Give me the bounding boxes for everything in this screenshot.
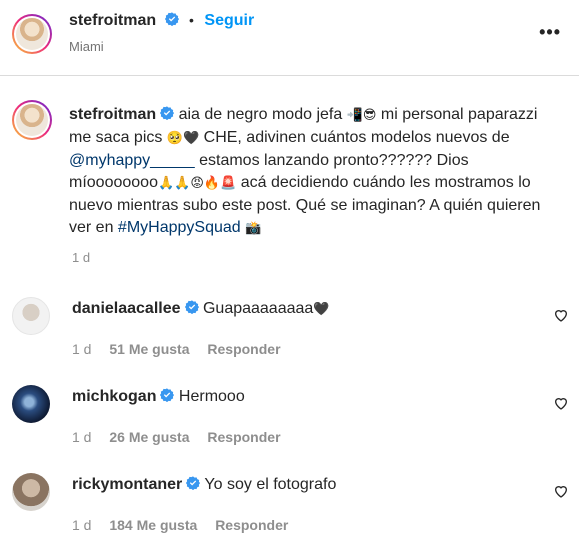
author-avatar[interactable] bbox=[12, 14, 52, 54]
comment-meta: 1 d 51 Me gusta Responder bbox=[72, 341, 295, 357]
caption-hashtag-link[interactable]: #MyHappySquad bbox=[118, 219, 241, 236]
caption-emoji-4: 📸 bbox=[245, 221, 262, 236]
caption-text-1: aia de negro modo jefa bbox=[174, 106, 347, 123]
comment-body: michkogan Hermooo bbox=[72, 388, 245, 406]
verified-badge-icon bbox=[160, 388, 175, 402]
caption-emoji-1: 📲😎 bbox=[346, 108, 377, 123]
comment-timestamp[interactable]: 1 d bbox=[72, 517, 91, 533]
commenter-username[interactable]: danielaacallee bbox=[72, 300, 181, 317]
post-header: stefroitman • Seguir Miami ••• bbox=[0, 0, 579, 76]
reply-button[interactable]: Responder bbox=[207, 341, 280, 357]
commenter-username[interactable]: michkogan bbox=[72, 388, 156, 405]
comment-timestamp[interactable]: 1 d bbox=[72, 341, 91, 357]
like-heart-icon[interactable] bbox=[553, 307, 569, 323]
caption-timestamp[interactable]: 1 d bbox=[72, 250, 90, 265]
verified-badge-icon bbox=[160, 106, 175, 120]
caption-avatar[interactable] bbox=[12, 100, 52, 140]
comment-item: michkogan Hermooo 1 d 26 Me gusta Respon… bbox=[0, 385, 579, 473]
comment-meta: 1 d 184 Me gusta Responder bbox=[72, 517, 302, 533]
comment-timestamp[interactable]: 1 d bbox=[72, 429, 91, 445]
comment-emoji: 🖤 bbox=[313, 302, 330, 317]
comment-item: danielaacallee Guapaaaaaaaa🖤 1 d 51 Me g… bbox=[0, 297, 579, 385]
caption-text-3: CHE, adivinen cuántos modelos nuevos de bbox=[199, 129, 510, 146]
commenter-avatar[interactable] bbox=[12, 385, 50, 423]
commenter-avatar[interactable] bbox=[12, 297, 50, 335]
follow-button[interactable]: Seguir bbox=[204, 12, 254, 29]
like-heart-icon[interactable] bbox=[553, 395, 569, 411]
commenter-username[interactable]: rickymontaner bbox=[72, 476, 182, 493]
more-options-icon[interactable]: ••• bbox=[539, 22, 561, 43]
comment-likes-count[interactable]: 51 Me gusta bbox=[109, 341, 189, 357]
post-caption: stefroitman aia de negro modo jefa 📲😎 mi… bbox=[69, 104, 559, 240]
author-username[interactable]: stefroitman bbox=[69, 12, 156, 29]
commenter-avatar[interactable] bbox=[12, 473, 50, 511]
verified-badge-icon bbox=[164, 12, 179, 26]
like-heart-icon[interactable] bbox=[553, 483, 569, 499]
comment-text: Yo soy el fotografo bbox=[204, 476, 337, 493]
comment-meta: 1 d 26 Me gusta Responder bbox=[72, 429, 295, 445]
comment-text: Guapaaaaaaaa bbox=[202, 300, 314, 317]
verified-badge-icon bbox=[186, 476, 201, 490]
comment-body: rickymontaner Yo soy el fotografo bbox=[72, 476, 336, 494]
caption-username[interactable]: stefroitman bbox=[69, 106, 156, 123]
caption-mention-link[interactable]: @myhappy_____ bbox=[69, 152, 195, 169]
comment-text: Hermooo bbox=[178, 388, 245, 405]
separator-dot: • bbox=[189, 12, 194, 28]
comment-likes-count[interactable]: 26 Me gusta bbox=[109, 429, 189, 445]
reply-button[interactable]: Responder bbox=[215, 517, 288, 533]
post-location[interactable]: Miami bbox=[69, 39, 104, 54]
comment-body: danielaacallee Guapaaaaaaaa🖤 bbox=[72, 300, 329, 318]
reply-button[interactable]: Responder bbox=[207, 429, 280, 445]
header-title-row: stefroitman • Seguir bbox=[69, 12, 254, 30]
comment-likes-count[interactable]: 184 Me gusta bbox=[109, 517, 197, 533]
caption-emoji-2: 🥺🖤 bbox=[166, 131, 200, 146]
caption-emoji-3: 🙏🙏😡🔥🚨 bbox=[157, 176, 237, 191]
verified-badge-icon bbox=[184, 300, 199, 314]
comment-item: rickymontaner Yo soy el fotografo 1 d 18… bbox=[0, 473, 579, 537]
